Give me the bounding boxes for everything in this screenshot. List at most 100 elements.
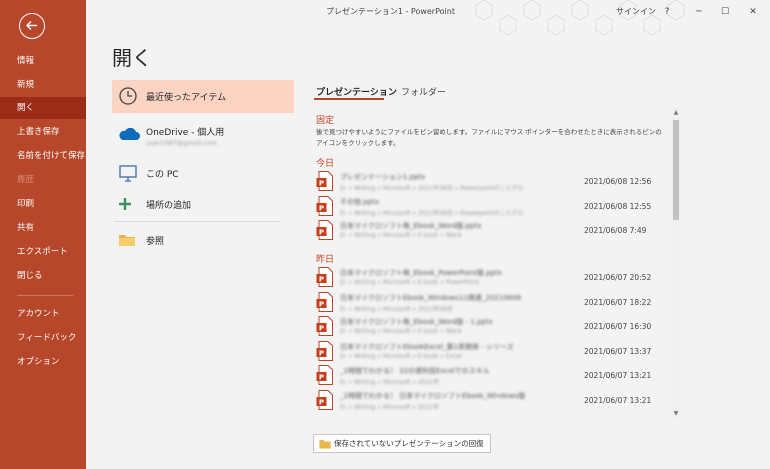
pptx-file-icon: P — [316, 389, 333, 410]
pptx-file-icon: P — [316, 291, 333, 312]
file-row[interactable]: P プレゼンテーション1.pptx D: » Writing » Microsoft… — [316, 170, 668, 194]
nav-feedback[interactable]: フィードバック — [0, 327, 86, 349]
nav-export[interactable]: エクスポート — [0, 241, 86, 263]
section-today: 今日 — [316, 159, 335, 169]
tab-presentations[interactable]: プレゼンテーション — [316, 85, 397, 98]
pptx-file-icon: P — [316, 267, 333, 287]
file-name: 日本マイクロソフトEbookExcel_第1章関係 - シリーズ — [340, 342, 514, 351]
file-name: _1時間でわかる！ 日本マイクロソフトEbook_Windows版 — [340, 391, 526, 400]
location-browse[interactable]: 参照 — [112, 228, 294, 252]
nav-print[interactable]: 印刷 — [0, 193, 86, 215]
scroll-down-arrow-icon[interactable]: ▼ — [671, 409, 681, 419]
file-row[interactable]: P _1時間でわかる！ 日本マイクロソフトEbook_Windows版 D: » W… — [316, 389, 668, 413]
pptx-file-icon: P — [316, 220, 333, 240]
file-date: 2021/06/07 18:22 — [584, 297, 652, 307]
file-row[interactable]: P 日本マイクロソフト株_Ebook_Word版.pptx D: » Writing… — [316, 219, 668, 243]
svg-text:P: P — [319, 228, 324, 236]
file-row[interactable]: P 日本マイクロソフトEbook_Windows11関連_20210608 D: »… — [316, 291, 668, 315]
nav-account[interactable]: アカウント — [0, 303, 86, 325]
recover-unsaved-button[interactable]: 保存されていないプレゼンテーションの回復 — [313, 434, 491, 453]
window-title: プレゼンテーション1 - PowerPoint — [326, 7, 455, 16]
nav-save-as[interactable]: 名前を付けて保存 — [0, 145, 86, 167]
pinned-description: 後で見つけやすいようにファイルをピン留めします。ファイルにマウス ポインターを合… — [316, 128, 662, 147]
svg-text:P: P — [319, 204, 324, 212]
backstage-nav: 情報 新規 開く 上書き保存 名前を付けて保存 履歴 印刷 共有 エクスポート … — [0, 0, 86, 469]
file-row[interactable]: P 日本マイクロソフトEbookExcel_第1章関係 - シリーズ D: » Wr… — [316, 340, 668, 364]
folder-icon — [319, 440, 331, 449]
back-arrow-icon — [26, 21, 37, 30]
svg-text:P: P — [319, 349, 324, 357]
pptx-file-icon: P — [316, 365, 333, 385]
nav-open[interactable]: 開く — [0, 97, 86, 119]
back-button[interactable] — [19, 13, 45, 39]
nav-close[interactable]: 閉じる — [0, 265, 86, 287]
file-name: _1時間でわかる！ 32の便利技Excelでのスキル — [340, 367, 490, 375]
file-row[interactable]: P 日本マイクロソフト株_Ebook_PowerPoint版.pptx D: » W… — [316, 266, 668, 290]
file-list-scrollbar[interactable]: ▲ ▼ — [671, 108, 681, 419]
file-path: D: » Writing » Microsoft » 2021年06月 » Po… — [340, 185, 524, 192]
file-path: D: » Writing » Microsoft » E-book » Powe… — [340, 279, 479, 286]
location-browse-label: 参照 — [146, 237, 165, 247]
location-this-pc[interactable]: この PC — [112, 160, 294, 186]
pptx-file-icon: P — [316, 316, 333, 336]
svg-text:P: P — [319, 179, 324, 187]
signin-link[interactable]: サインイン — [616, 0, 656, 24]
svg-text:P: P — [319, 398, 324, 406]
pptx-file-icon: P — [316, 195, 333, 216]
nav-options[interactable]: オプション — [0, 351, 86, 373]
nav-save[interactable]: 上書き保存 — [0, 121, 86, 143]
file-date: 2021/06/07 13:37 — [584, 346, 652, 356]
location-this-pc-label: この PC — [146, 170, 179, 180]
locations-separator — [114, 221, 280, 222]
tab-active-indicator — [314, 98, 384, 100]
svg-text:P: P — [319, 324, 324, 332]
svg-text:P: P — [319, 300, 324, 308]
file-path: D: » Writing » Microsoft » E-book » Word — [340, 328, 462, 335]
file-path: D: » Writing » Microsoft » 2021年06月 » Po… — [340, 209, 524, 217]
title-bar: プレゼンテーション1 - PowerPoint サインイン ? ─ ☐ ✕ — [86, 0, 770, 36]
folder-icon — [119, 235, 135, 246]
file-date: 2021/06/07 13:21 — [584, 395, 652, 405]
file-date: 2021/06/07 16:30 — [584, 322, 652, 331]
location-onedrive[interactable]: OneDrive - 個人用 user1987@gmail.com — [112, 118, 294, 156]
nav-share[interactable]: 共有 — [0, 217, 86, 239]
section-pinned: 固定 — [316, 116, 335, 126]
file-row[interactable]: P _1時間でわかる！ 32の便利技Excelでのスキル D: » Writing … — [316, 364, 668, 388]
file-path: D: » Writing » Microsoft » E-book » Exce… — [340, 352, 462, 360]
location-onedrive-label: OneDrive - 個人用 — [146, 128, 225, 138]
file-date: 2021/06/07 20:52 — [584, 273, 652, 282]
pptx-file-icon: P — [316, 171, 333, 191]
location-add-place[interactable]: 場所の追加 — [112, 192, 294, 216]
svg-text:P: P — [319, 373, 324, 381]
cloud-icon — [119, 127, 140, 140]
file-row[interactable]: P その他.pptx D: » Writing » Microsoft » 2021… — [316, 195, 668, 219]
page-title: 開く — [112, 46, 152, 70]
close-button[interactable]: ✕ — [744, 0, 762, 24]
file-date: 2021/06/08 7:49 — [584, 226, 647, 235]
file-name: その他.pptx — [340, 197, 379, 206]
scroll-up-arrow-icon[interactable]: ▲ — [671, 108, 681, 118]
nav-info[interactable]: 情報 — [0, 50, 86, 72]
scroll-thumb[interactable] — [673, 120, 679, 220]
help-button[interactable]: ? — [658, 0, 676, 24]
tab-folders[interactable]: フォルダー — [401, 85, 446, 98]
onedrive-account: user1987@gmail.com — [146, 139, 218, 147]
computer-icon — [119, 165, 137, 182]
file-name: 日本マイクロソフト株_Ebook_PowerPoint版.pptx — [340, 269, 502, 277]
file-name: 日本マイクロソフト株_Ebook_Word版.pptx — [340, 222, 482, 230]
file-path: D: » Writing » Microsoft » 2021年06月 — [340, 305, 453, 313]
location-recent[interactable]: 最近使ったアイテム — [112, 80, 294, 113]
file-name: プレゼンテーション1.pptx — [340, 173, 426, 181]
recover-unsaved-label: 保存されていないプレゼンテーションの回復 — [334, 439, 484, 448]
location-add-place-label: 場所の追加 — [146, 201, 192, 211]
maximize-button[interactable]: ☐ — [716, 0, 734, 24]
plus-icon — [119, 198, 131, 210]
file-path: D: » Writing » Microsoft » 2021年 — [340, 403, 440, 411]
section-yesterday: 昨日 — [316, 255, 335, 265]
minimize-button[interactable]: ─ — [690, 0, 708, 24]
nav-separator — [17, 295, 73, 296]
nav-new[interactable]: 新規 — [0, 74, 86, 96]
file-row[interactable]: P 日本マイクロソフト株_Ebook_Word版 - 1.pptx D: » Wri… — [316, 315, 668, 339]
svg-text:P: P — [319, 275, 324, 283]
file-name: 日本マイクロソフト株_Ebook_Word版 - 1.pptx — [340, 318, 493, 326]
